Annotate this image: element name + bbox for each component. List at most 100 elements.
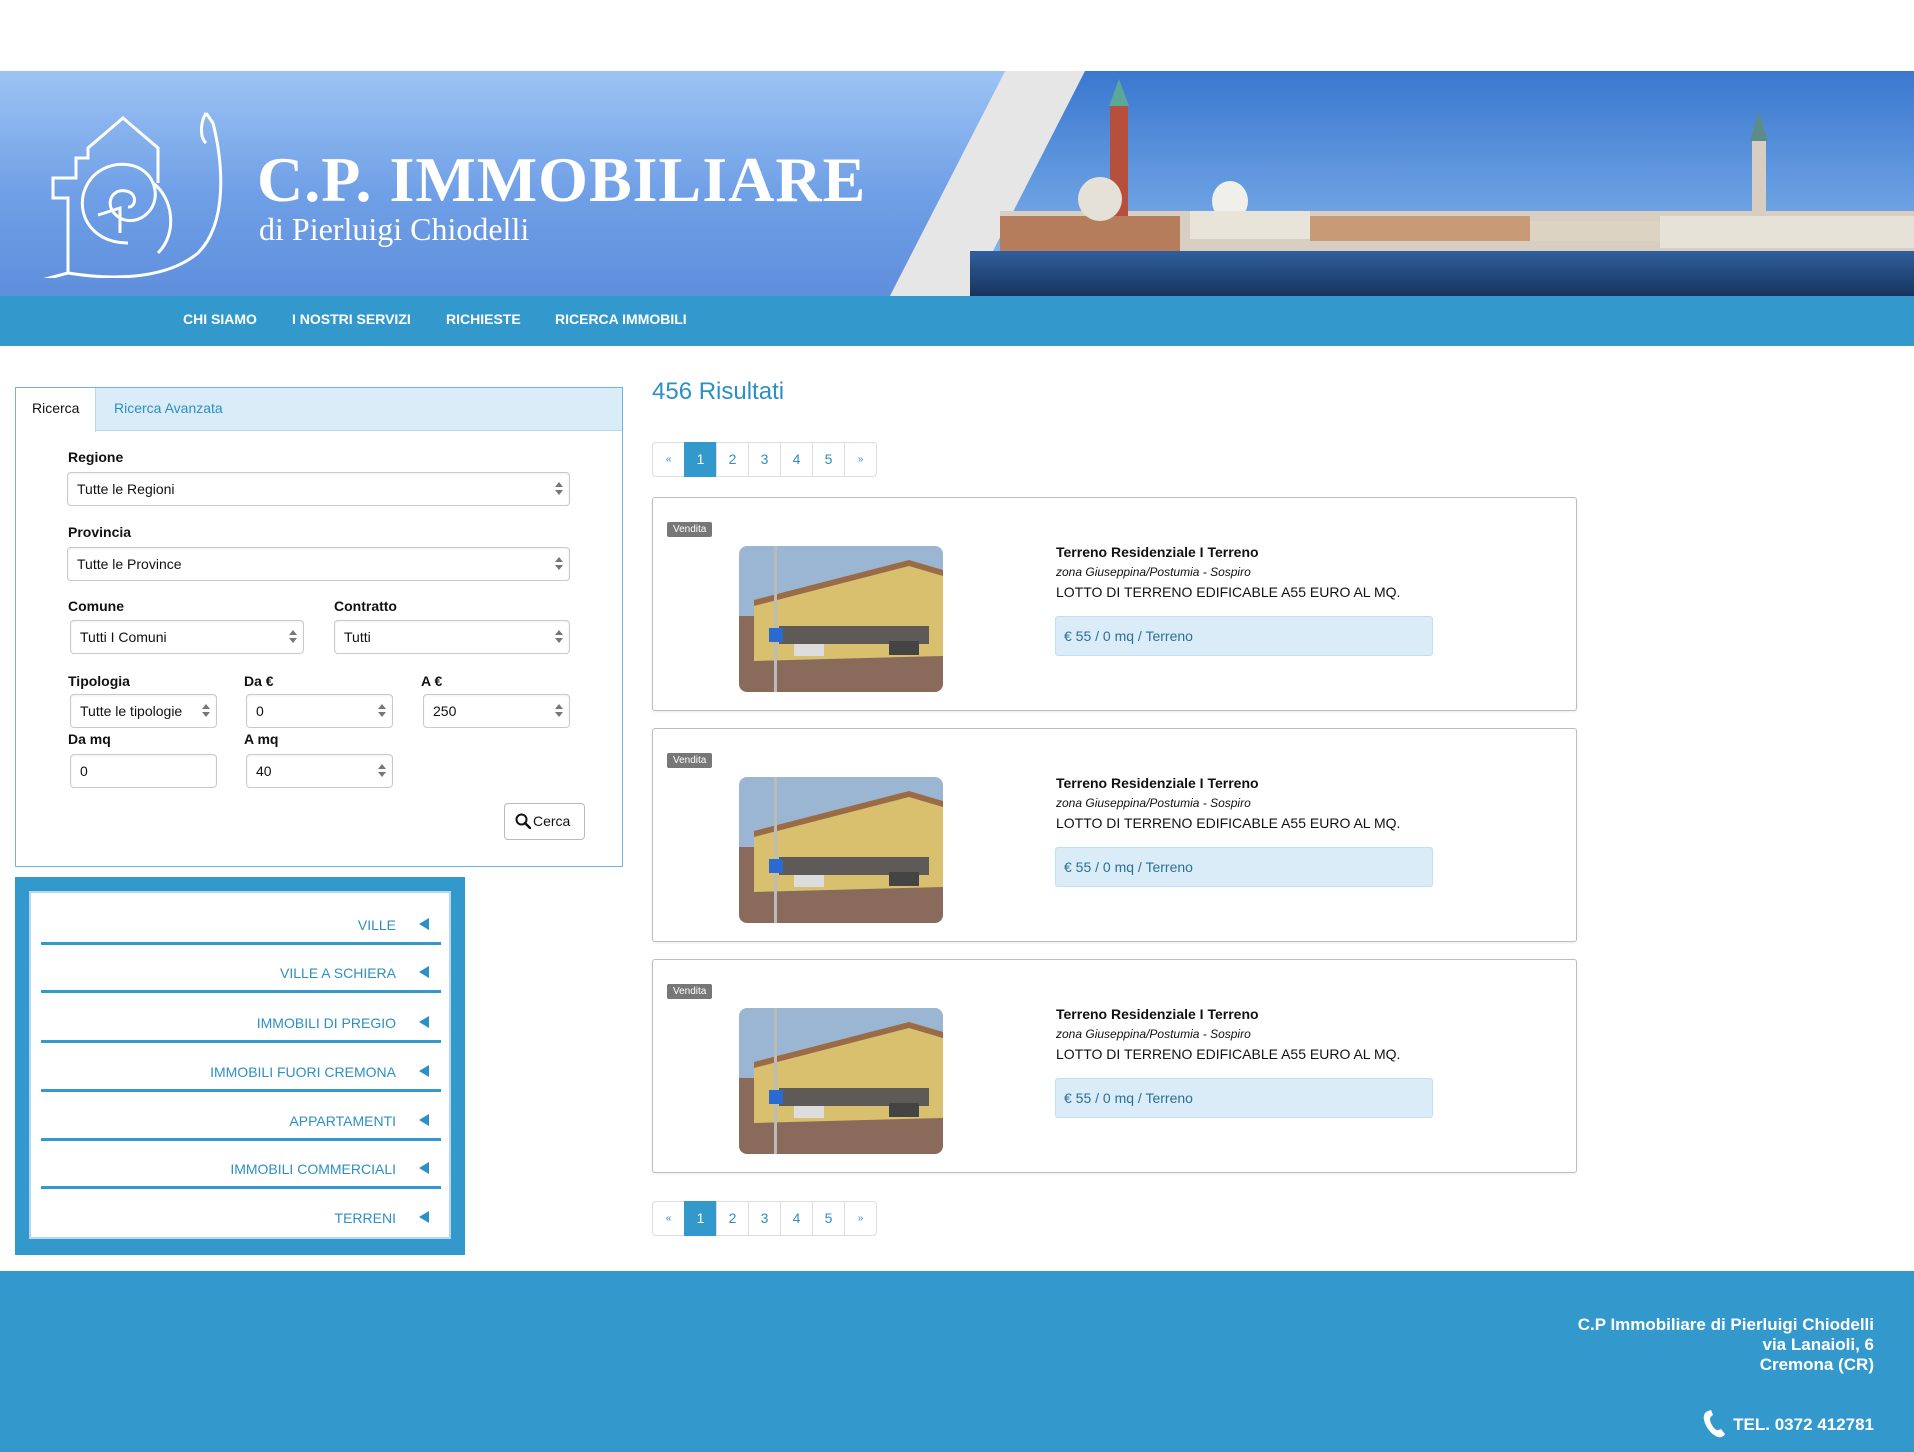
listing-photo[interactable] — [739, 1008, 943, 1154]
a-eur-select[interactable]: 250 — [423, 694, 570, 728]
select-arrows-icon — [555, 628, 563, 646]
da-mq-input[interactable]: 0 — [70, 754, 217, 788]
pagination-last[interactable]: » — [844, 442, 877, 477]
pagination-page-2[interactable]: 2 — [716, 1201, 749, 1236]
footer-city: Cremona (CR) — [1759, 1355, 1874, 1374]
category-item-terreni[interactable]: TERRENI — [41, 1189, 441, 1235]
caret-left-icon — [419, 1016, 429, 1028]
tipologia-label: Tipologia — [68, 673, 130, 689]
footer-phone[interactable]: TEL. 0372 412781 — [1733, 1415, 1874, 1435]
da-eur-label: Da € — [244, 673, 274, 689]
nav-richieste[interactable]: RICHIESTE — [446, 296, 521, 346]
site-header: C.P. IMMOBILIARE di Pierluigi Chiodelli — [0, 71, 1914, 296]
listing-description: LOTTO DI TERRENO EDIFICABLE A55 EURO AL … — [1056, 815, 1401, 831]
pagination-page-1[interactable]: 1 — [684, 1201, 717, 1236]
caret-left-icon — [419, 1065, 429, 1077]
category-label: IMMOBILI DI PREGIO — [256, 1015, 396, 1031]
pagination-page-1[interactable]: 1 — [684, 442, 717, 477]
regione-value: Tutte le Regioni — [77, 481, 175, 497]
da-eur-value: 0 — [256, 703, 264, 719]
status-badge: Vendita — [667, 984, 713, 999]
regione-select[interactable]: Tutte le Regioni — [67, 472, 570, 506]
listing-photo[interactable] — [739, 777, 943, 923]
a-eur-label: A € — [421, 673, 443, 689]
listing-title[interactable]: Terreno Residenziale I Terreno — [1056, 1006, 1259, 1022]
a-mq-value: 40 — [256, 763, 272, 779]
caret-left-icon — [419, 1114, 429, 1126]
category-label: IMMOBILI COMMERCIALI — [230, 1161, 396, 1177]
tipologia-value: Tutte le tipologie — [80, 703, 183, 719]
pagination-page-5[interactable]: 5 — [812, 1201, 845, 1236]
contratto-label: Contratto — [334, 598, 397, 614]
listing-description: LOTTO DI TERRENO EDIFICABLE A55 EURO AL … — [1056, 584, 1401, 600]
nav-ricerca-immobili[interactable]: RICERCA IMMOBILI — [555, 296, 687, 346]
pagination-page-3[interactable]: 3 — [748, 442, 781, 477]
category-item-ville-a-schiera[interactable]: VILLE A SCHIERA — [41, 947, 441, 993]
listing-zone: zona Giuseppina/Postumia - Sospiro — [1056, 796, 1251, 810]
brand-title: C.P. IMMOBILIARE — [257, 144, 867, 215]
category-label: VILLE — [357, 917, 396, 933]
caret-left-icon — [419, 1211, 429, 1223]
comune-label: Comune — [68, 598, 124, 614]
listing-card[interactable]: Vendita Terreno Residenziale I Terreno z… — [652, 959, 1577, 1173]
caret-left-icon — [419, 918, 429, 930]
listing-description: LOTTO DI TERRENO EDIFICABLE A55 EURO AL … — [1056, 1046, 1401, 1062]
select-arrows-icon — [555, 480, 563, 498]
listing-zone: zona Giuseppina/Postumia - Sospiro — [1056, 565, 1251, 579]
listing-photo[interactable] — [739, 546, 943, 692]
category-menu: VILLE VILLE A SCHIERA IMMOBILI DI PREGIO… — [15, 877, 465, 1255]
caret-left-icon — [419, 966, 429, 978]
category-label: APPARTAMENTI — [289, 1113, 396, 1129]
pagination-page-4[interactable]: 4 — [780, 442, 813, 477]
snail-house-logo-icon[interactable] — [28, 103, 228, 278]
footer-company: C.P Immobiliare di Pierluigi Chiodelli — [1577, 1315, 1874, 1334]
search-icon — [515, 813, 531, 829]
site-footer: C.P Immobiliare di Pierluigi Chiodelli v… — [0, 1271, 1914, 1452]
select-arrows-icon — [378, 762, 386, 780]
pagination-page-3[interactable]: 3 — [748, 1201, 781, 1236]
search-panel: Ricerca Ricerca Avanzata Regione Tutte l… — [15, 387, 623, 867]
pagination-page-5[interactable]: 5 — [812, 442, 845, 477]
provincia-select[interactable]: Tutte le Province — [67, 547, 570, 581]
select-arrows-icon — [555, 702, 563, 720]
pagination-first[interactable]: « — [652, 442, 685, 477]
tab-ricerca[interactable]: Ricerca — [16, 388, 97, 432]
category-item-immobili-di-pregio[interactable]: IMMOBILI DI PREGIO — [41, 997, 441, 1043]
pagination-page-4[interactable]: 4 — [780, 1201, 813, 1236]
category-item-ville[interactable]: VILLE — [41, 899, 441, 945]
da-mq-label: Da mq — [68, 731, 111, 747]
regione-label: Regione — [68, 449, 124, 465]
listing-card[interactable]: Vendita Terreno Residenziale I Terreno z… — [652, 728, 1577, 942]
category-label: VILLE A SCHIERA — [280, 965, 396, 981]
brand-subtitle: di Pierluigi Chiodelli — [259, 211, 530, 247]
status-badge: Vendita — [667, 753, 713, 768]
listing-title[interactable]: Terreno Residenziale I Terreno — [1056, 544, 1259, 560]
pagination-last[interactable]: » — [844, 1201, 877, 1236]
comune-value: Tutti I Comuni — [80, 629, 167, 645]
select-arrows-icon — [289, 628, 297, 646]
pagination-first[interactable]: « — [652, 1201, 685, 1236]
tab-ricerca-avanzata[interactable]: Ricerca Avanzata — [98, 388, 239, 431]
a-mq-select[interactable]: 40 — [246, 754, 393, 788]
comune-select[interactable]: Tutti I Comuni — [70, 620, 304, 654]
da-eur-select[interactable]: 0 — [246, 694, 393, 728]
tipologia-select[interactable]: Tutte le tipologie — [70, 694, 217, 728]
listing-title[interactable]: Terreno Residenziale I Terreno — [1056, 775, 1259, 791]
pagination-page-2[interactable]: 2 — [716, 442, 749, 477]
category-list: VILLE VILLE A SCHIERA IMMOBILI DI PREGIO… — [29, 891, 451, 1239]
nav-i-nostri-servizi[interactable]: I NOSTRI SERVIZI — [292, 296, 411, 346]
provincia-label: Provincia — [68, 524, 132, 540]
footer-address: via Lanaioli, 6 — [1762, 1335, 1875, 1354]
cerca-button[interactable]: Cerca — [504, 803, 585, 840]
phone-icon — [1703, 1410, 1725, 1438]
venice-skyline-image — [890, 71, 1914, 296]
provincia-value: Tutte le Province — [77, 556, 182, 572]
category-item-immobili-commerciali[interactable]: IMMOBILI COMMERCIALI — [41, 1143, 441, 1189]
nav-chi-siamo[interactable]: CHI SIAMO — [183, 296, 257, 346]
listing-card[interactable]: Vendita Terreno Residenziale I Terreno z… — [652, 497, 1577, 711]
contratto-select[interactable]: Tutti — [334, 620, 570, 654]
category-item-immobili-fuori-cremona[interactable]: IMMOBILI FUORI CREMONA — [41, 1046, 441, 1092]
category-item-appartamenti[interactable]: APPARTAMENTI — [41, 1095, 441, 1141]
category-label: TERRENI — [334, 1210, 396, 1226]
listing-price: € 55 / 0 mq / Terreno — [1055, 847, 1433, 887]
